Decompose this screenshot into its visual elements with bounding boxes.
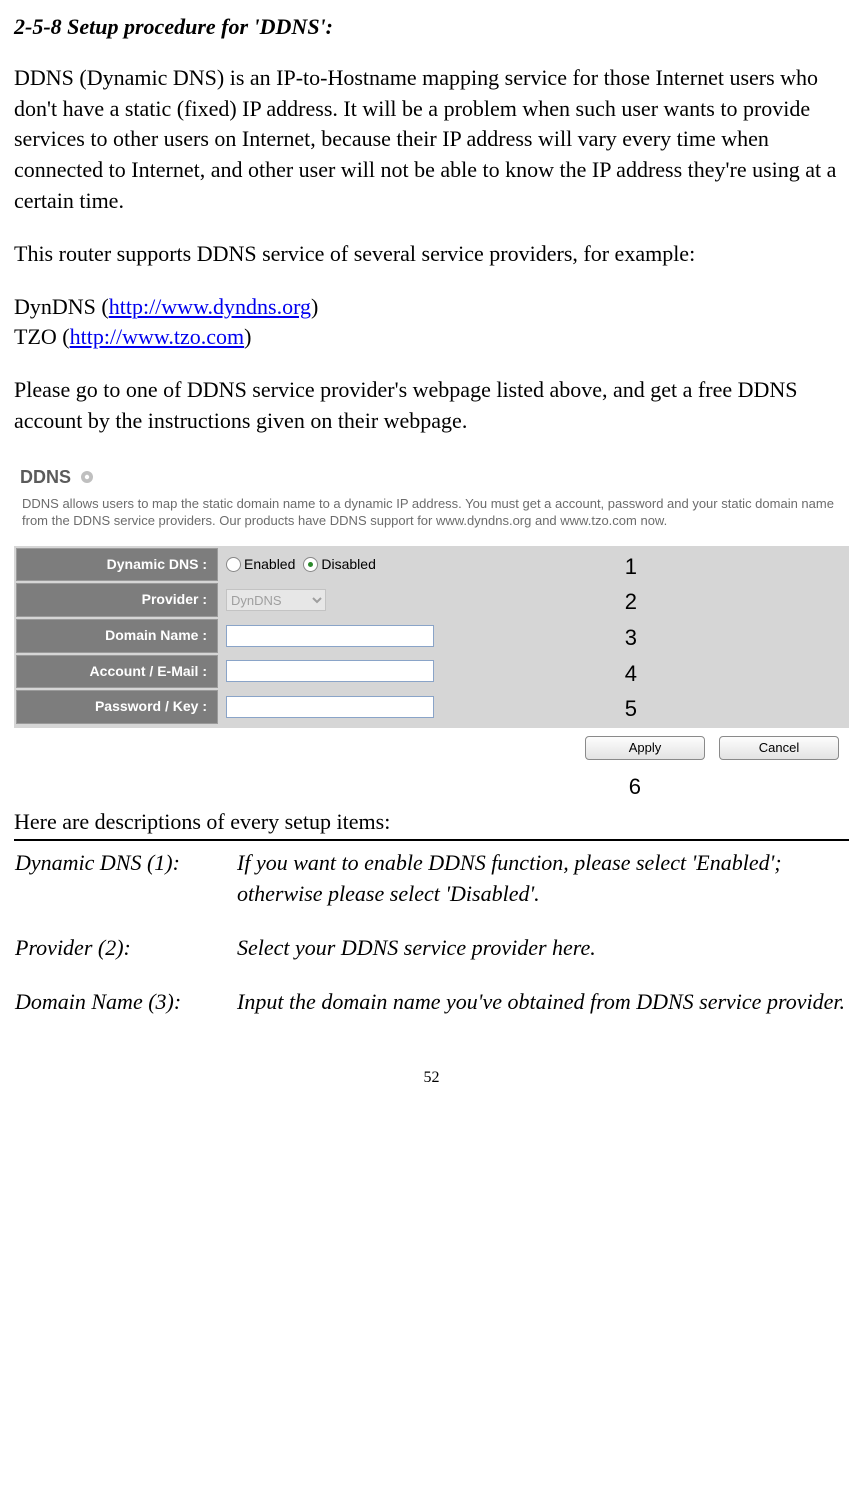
radio-disabled[interactable]: Disabled (303, 555, 375, 575)
domain-name-input[interactable] (226, 625, 434, 647)
panel-header: DDNS (14, 459, 849, 492)
divider (14, 839, 849, 841)
provider-select[interactable]: DynDNS (226, 589, 326, 611)
cancel-button[interactable]: Cancel (719, 736, 839, 760)
cell-password (218, 690, 847, 724)
desc-term-2: Provider (2): (14, 932, 236, 986)
para-providers-intro: This router supports DDNS service of sev… (14, 239, 849, 270)
account-input[interactable] (226, 660, 434, 682)
label-domain-name: Domain Name : (16, 619, 218, 653)
label-account: Account / E-Mail : (16, 655, 218, 689)
para-instructions: Please go to one of DDNS service provide… (14, 375, 849, 437)
button-row: Apply Cancel (14, 728, 849, 768)
dyndns-prefix: DynDNS ( (14, 294, 109, 319)
tzo-prefix: TZO ( (14, 324, 70, 349)
dyndns-link[interactable]: http://www.dyndns.org (109, 294, 311, 319)
callout-6: 6 (14, 772, 849, 803)
radio-disabled-label: Disabled (321, 555, 375, 575)
dyndns-suffix: ) (311, 294, 318, 319)
callout-4: 4 (625, 659, 637, 690)
callout-1: 1 (625, 552, 637, 583)
desc-row-1: Dynamic DNS (1): If you want to enable D… (14, 847, 849, 932)
callout-5: 5 (625, 694, 637, 725)
label-provider: Provider : (16, 583, 218, 617)
cell-dynamic-dns: Enabled Disabled (218, 548, 847, 582)
desc-term-3: Domain Name (3): (14, 986, 236, 1040)
tzo-link[interactable]: http://www.tzo.com (70, 324, 245, 349)
desc-row-2: Provider (2): Select your DDNS service p… (14, 932, 849, 986)
radio-enabled[interactable]: Enabled (226, 555, 295, 575)
form-area: Dynamic DNS : Enabled Disabled 1 Provide… (14, 546, 849, 728)
desc-def-3: Input the domain name you've obtained fr… (236, 986, 849, 1040)
radio-disabled-dot (303, 557, 318, 572)
section-heading: 2-5-8 Setup procedure for 'DDNS': (14, 12, 849, 43)
callout-3: 3 (625, 623, 637, 654)
provider-links: DynDNS (http://www.dyndns.org) TZO (http… (14, 292, 849, 354)
ddns-config-panel: DDNS DDNS allows users to map the static… (14, 459, 849, 768)
radio-enabled-label: Enabled (244, 555, 295, 575)
row-password: Password / Key : 5 (16, 690, 847, 724)
desc-row-3: Domain Name (3): Input the domain name y… (14, 986, 849, 1040)
cell-provider: DynDNS (218, 583, 847, 617)
descriptions-table: Dynamic DNS (1): If you want to enable D… (14, 847, 849, 1039)
radio-enabled-dot (226, 557, 241, 572)
cell-account (218, 655, 847, 689)
para-ddns-intro: DDNS (Dynamic DNS) is an IP-to-Hostname … (14, 63, 849, 217)
gear-icon (79, 469, 95, 485)
panel-title: DDNS (20, 465, 71, 490)
panel-description: DDNS allows users to map the static doma… (14, 492, 849, 546)
row-account: Account / E-Mail : 4 (16, 655, 847, 689)
desc-term-1: Dynamic DNS (1): (14, 847, 236, 932)
page-number: 52 (14, 1067, 849, 1089)
row-provider: Provider : DynDNS 2 (16, 583, 847, 617)
row-dynamic-dns: Dynamic DNS : Enabled Disabled 1 (16, 548, 847, 582)
cell-domain-name (218, 619, 847, 653)
desc-def-1: If you want to enable DDNS function, ple… (236, 847, 849, 932)
descriptions-intro: Here are descriptions of every setup ite… (14, 807, 849, 838)
callout-2: 2 (625, 587, 637, 618)
label-dynamic-dns: Dynamic DNS : (16, 548, 218, 582)
tzo-suffix: ) (244, 324, 251, 349)
apply-button[interactable]: Apply (585, 736, 705, 760)
label-password: Password / Key : (16, 690, 218, 724)
row-domain-name: Domain Name : 3 (16, 619, 847, 653)
password-input[interactable] (226, 696, 434, 718)
desc-def-2: Select your DDNS service provider here. (236, 932, 849, 986)
